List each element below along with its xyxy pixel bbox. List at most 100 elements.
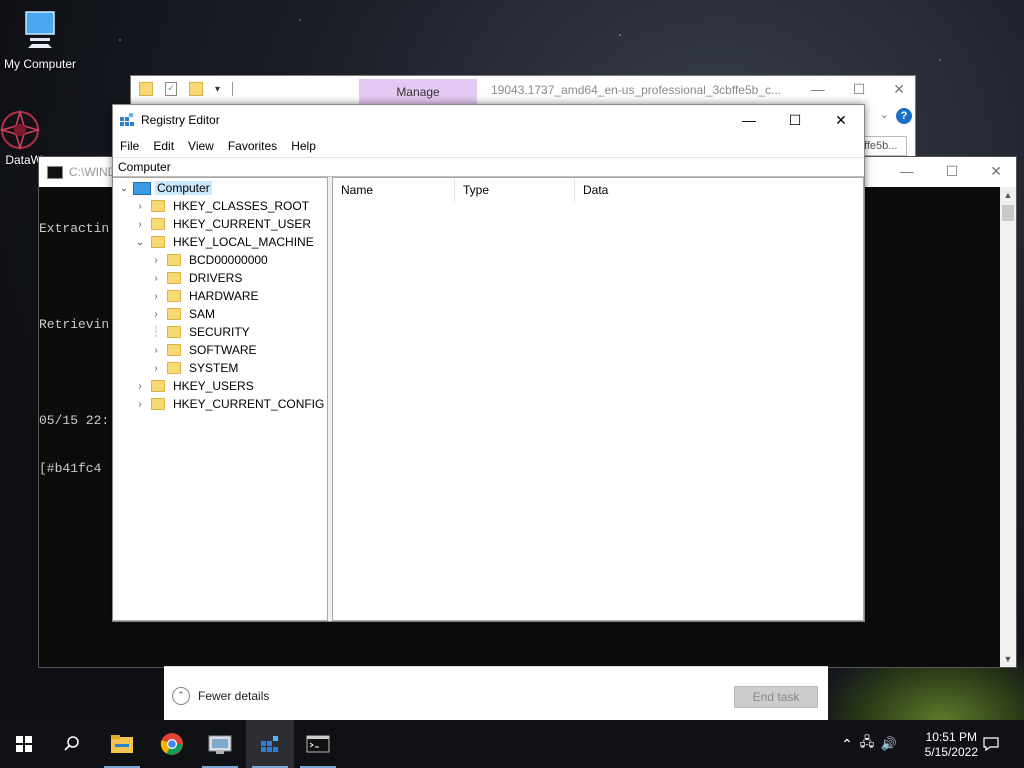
menu-favorites[interactable]: Favorites [221,137,284,155]
taskbar-file-explorer[interactable] [98,720,146,768]
tree-node-drivers[interactable]: › DRIVERS [149,269,244,287]
minimize-button[interactable]: — [900,163,914,180]
title-bar: Registry Editor — ☐ ✕ [113,105,864,135]
desktop-icon-my-computer[interactable]: My Computer [0,10,80,71]
console-line: [#b41fc4 [39,461,102,476]
scroll-up-arrow[interactable]: ▲ [1000,187,1016,203]
menu-file[interactable]: File [113,137,146,155]
maximize-button[interactable]: ☐ [946,163,959,180]
registry-icon [261,736,278,752]
menu-view[interactable]: View [181,137,221,155]
tree-connector: ┆ [152,326,160,338]
chevron-right-icon[interactable]: › [133,201,147,212]
window-title: 19043.1737_amd64_en-us_professional_3cbf… [491,83,782,97]
notification-icon [983,737,999,752]
volume-icon[interactable]: 🔊 [878,736,900,752]
chevron-right-icon[interactable]: › [149,363,163,374]
console-line: 05/15 22: [39,413,110,428]
folder-icon [167,326,181,338]
terminal-icon [306,735,330,753]
chevron-right-icon[interactable]: › [133,381,147,392]
task-manager-window[interactable]: ⌃ Fewer details End task [164,666,828,721]
close-button[interactable]: ✕ [818,105,864,135]
column-header-data[interactable]: Data [575,178,695,202]
tree-node-label: HKEY_CURRENT_USER [173,217,312,231]
tree-node-security[interactable]: ┆ SECURITY [149,323,252,341]
action-center-button[interactable] [980,720,1002,768]
tree-node-label: SAM [189,307,216,321]
chevron-right-icon[interactable]: › [133,399,147,410]
address-bar[interactable]: ffe5b... [859,136,907,156]
chevron-down-icon[interactable]: ⌄ [117,183,131,194]
end-task-button[interactable]: End task [734,686,818,708]
properties-icon[interactable]: ✓ [165,82,177,96]
tree-node-sam[interactable]: › SAM [149,305,217,323]
tree-node-label: SECURITY [189,325,250,339]
help-icon[interactable]: ? [896,108,912,124]
folder-icon [151,236,165,248]
chevron-down-icon[interactable]: ⌄ [880,108,889,121]
folder-icon [167,272,181,284]
taskbar-registry-editor[interactable] [246,720,294,768]
column-header-type[interactable]: Type [455,178,575,202]
tree-node-software[interactable]: › SOFTWARE [149,341,259,359]
menu-edit[interactable]: Edit [146,137,181,155]
console-line: Extractin [39,221,110,236]
address-bar[interactable]: Computer [113,157,864,177]
network-icon[interactable]: 🖧 [856,733,878,755]
tree-node-system[interactable]: › SYSTEM [149,359,240,377]
chevron-down-icon[interactable]: ⌄ [133,237,147,248]
clock[interactable]: 10:51 PM 5/15/2022 [925,730,978,760]
tree-node-hkey-classes-root[interactable]: › HKEY_CLASSES_ROOT [133,197,311,215]
chevron-right-icon[interactable]: › [133,219,147,230]
quick-access-toolbar: ✓ ▾ [139,82,234,96]
values-list[interactable]: Name Type Data [332,177,864,621]
tree-node-hkey-current-config[interactable]: › HKEY_CURRENT_CONFIG [133,395,326,413]
close-button[interactable]: ✕ [990,163,1002,180]
tree-node-bcd00000000[interactable]: › BCD00000000 [149,251,270,269]
maximize-button[interactable]: ☐ [853,81,866,98]
minimize-button[interactable]: — [726,105,772,135]
taskbar-command-prompt[interactable] [294,720,342,768]
scroll-down-arrow[interactable]: ▼ [1000,651,1016,667]
taskbar-system-tool[interactable] [196,720,244,768]
search-button[interactable] [48,720,96,768]
taskbar-chrome[interactable] [148,720,196,768]
start-button[interactable] [0,720,48,768]
tree-node-hkey-current-user[interactable]: › HKEY_CURRENT_USER [133,215,313,233]
chevron-right-icon[interactable]: › [149,345,163,356]
folder-icon [151,398,165,410]
chevron-right-icon[interactable]: › [149,255,163,266]
clock-date: 5/15/2022 [924,745,978,759]
chevron-right-icon[interactable]: › [149,273,163,284]
tree-node-label: HKEY_CURRENT_CONFIG [173,397,325,411]
chevron-right-icon[interactable]: › [149,309,163,320]
fewer-details-button[interactable]: ⌃ Fewer details [172,687,269,705]
vertical-scrollbar[interactable]: ▲ ▼ [1000,187,1016,667]
chevron-right-icon[interactable]: › [149,291,163,302]
close-button[interactable]: ✕ [893,81,905,98]
tab-manage[interactable]: Manage [359,79,477,105]
minimize-button[interactable]: — [811,81,825,98]
folder-icon [167,344,181,356]
registry-tree[interactable]: ⌄ Computer › HKEY_CLASSES_ROOT › HKEY_CU… [113,177,328,621]
tree-node-hkey-users[interactable]: › HKEY_USERS [133,377,256,395]
column-header-name[interactable]: Name [333,178,455,202]
tree-node-hardware[interactable]: › HARDWARE [149,287,261,305]
chevron-up-icon[interactable]: ⌃ [838,736,856,753]
toolbar-divider [232,82,234,96]
monitor-icon [25,11,55,48]
folder-icon[interactable] [139,82,153,96]
registry-editor-window[interactable]: Registry Editor — ☐ ✕ File Edit View Fav… [112,104,865,622]
scroll-thumb[interactable] [1002,205,1014,221]
customize-toolbar-icon[interactable]: ▾ [215,84,220,95]
menu-help[interactable]: Help [284,137,323,155]
desktop-icon-label: My Computer [3,57,77,71]
folder-icon [151,380,165,392]
tree-node-hkey-local-machine[interactable]: ⌄ HKEY_LOCAL_MACHINE [133,233,316,251]
maximize-button[interactable]: ☐ [772,105,818,135]
tree-node-computer[interactable]: ⌄ Computer [117,179,212,197]
new-folder-icon[interactable] [189,82,203,96]
